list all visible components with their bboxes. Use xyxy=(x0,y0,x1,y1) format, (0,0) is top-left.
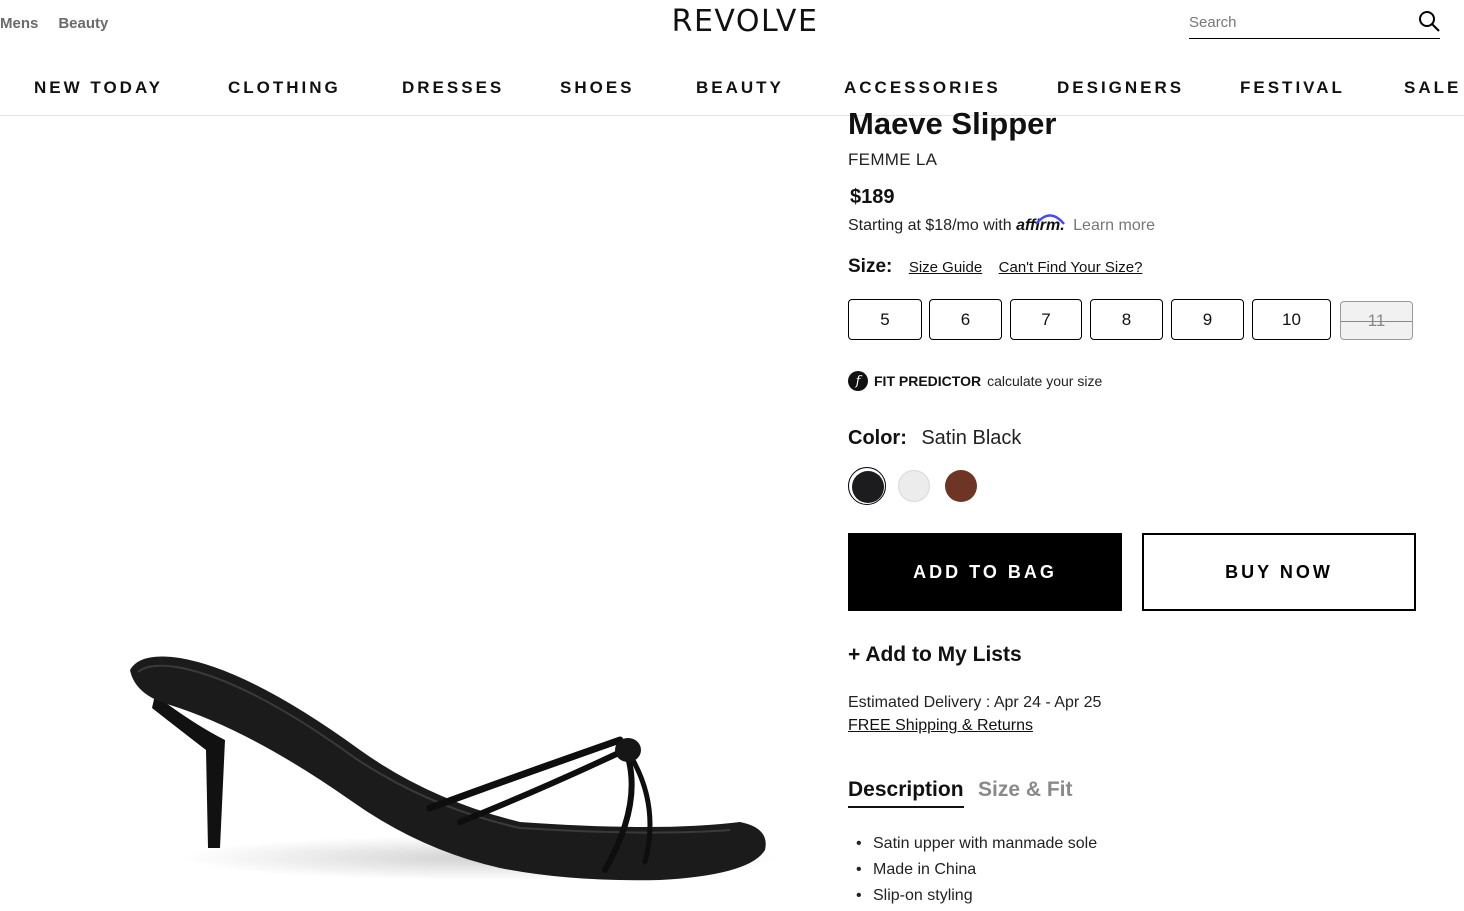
list-item: Satin upper with manmade sole xyxy=(856,833,1097,859)
nav-dresses[interactable]: DRESSES xyxy=(402,78,504,98)
nav-shoes[interactable]: SHOES xyxy=(560,78,635,98)
price: $189 xyxy=(850,186,895,208)
size-header: Size: Size Guide Can't Find Your Size? xyxy=(848,256,1142,278)
swatch-black-dot xyxy=(852,471,884,503)
search-bar xyxy=(1189,8,1440,39)
cant-find-size-link[interactable]: Can't Find Your Size? xyxy=(999,259,1143,276)
estimated-delivery: Estimated Delivery : Apr 24 - Apr 25 xyxy=(848,694,1102,711)
swatch-white-dot xyxy=(898,470,930,502)
nav-beauty[interactable]: BEAUTY xyxy=(696,78,784,98)
nav-sale[interactable]: SALE xyxy=(1404,78,1461,98)
affirm-text: Starting at $18/mo with xyxy=(848,217,1012,234)
color-header: Color: Satin Black xyxy=(848,427,1021,450)
description-list: Satin upper with manmade sole Made in Ch… xyxy=(856,833,1097,911)
main-nav: NEW TODAY CLOTHING DRESSES SHOES BEAUTY … xyxy=(0,60,1464,116)
top-links: Mens Beauty xyxy=(0,15,108,32)
strikethrough-line xyxy=(1341,320,1412,322)
size-option-8[interactable]: 8 xyxy=(1090,299,1163,340)
list-item: Slip-on styling xyxy=(856,885,1097,911)
size-guide-link[interactable]: Size Guide xyxy=(909,259,982,276)
swatch-white[interactable] xyxy=(895,467,933,505)
affirm-learn-more-link[interactable]: Learn more xyxy=(1073,217,1155,234)
size-option-11-unavailable[interactable]: 11 xyxy=(1340,301,1413,340)
swatch-black[interactable] xyxy=(848,467,886,505)
revolve-logo[interactable]: REVOLVE xyxy=(640,4,850,39)
fit-predictor-subtext: calculate your size xyxy=(987,373,1103,389)
product-title: Maeve Slipper xyxy=(848,106,1057,141)
list-item: Made in China xyxy=(856,859,1097,885)
buy-now-button[interactable]: BUY NOW xyxy=(1142,533,1416,611)
nav-festival[interactable]: FESTIVAL xyxy=(1240,78,1345,98)
size-option-6[interactable]: 6 xyxy=(929,299,1002,340)
swatch-brown[interactable] xyxy=(942,467,980,505)
nav-accessories[interactable]: ACCESSORIES xyxy=(844,78,1001,98)
free-shipping-link[interactable]: FREE Shipping & Returns xyxy=(848,717,1033,735)
color-label: Color: xyxy=(848,427,907,449)
search-input[interactable] xyxy=(1189,10,1399,34)
add-to-my-lists-link[interactable]: + Add to My Lists xyxy=(848,643,1022,667)
add-to-bag-button[interactable]: ADD TO BAG xyxy=(848,533,1122,611)
fit-predictor-icon: f xyxy=(848,371,868,391)
header: Mens Beauty REVOLVE xyxy=(0,0,1464,60)
nav-new-today[interactable]: NEW TODAY xyxy=(34,78,163,98)
mens-link[interactable]: Mens xyxy=(0,15,38,32)
product-image[interactable] xyxy=(100,600,800,900)
size-option-7[interactable]: 7 xyxy=(1010,299,1082,340)
beauty-link[interactable]: Beauty xyxy=(58,15,108,32)
tab-description[interactable]: Description xyxy=(848,778,964,808)
brand-name[interactable]: FEMME LA xyxy=(848,150,937,170)
fit-predictor-label: FIT PREDICTOR xyxy=(874,373,982,389)
color-value: Satin Black xyxy=(921,427,1022,449)
size-label: Size: xyxy=(848,256,893,277)
affirm-logo: affirm. xyxy=(1016,214,1069,234)
nav-clothing[interactable]: CLOTHING xyxy=(228,78,341,98)
fit-predictor[interactable]: f FIT PREDICTOR calculate your size xyxy=(848,371,1102,391)
search-icon[interactable] xyxy=(1418,10,1440,32)
affirm-arc-icon xyxy=(1035,214,1066,225)
nav-designers[interactable]: DESIGNERS xyxy=(1057,78,1184,98)
size-option-9[interactable]: 9 xyxy=(1171,299,1244,340)
size-option-10[interactable]: 10 xyxy=(1252,299,1331,340)
size-option-5[interactable]: 5 xyxy=(848,299,922,340)
tab-size-fit[interactable]: Size & Fit xyxy=(978,778,1073,802)
swatch-brown-dot xyxy=(945,470,977,502)
affirm-financing: Starting at $18/mo with affirm. Learn mo… xyxy=(848,214,1155,235)
